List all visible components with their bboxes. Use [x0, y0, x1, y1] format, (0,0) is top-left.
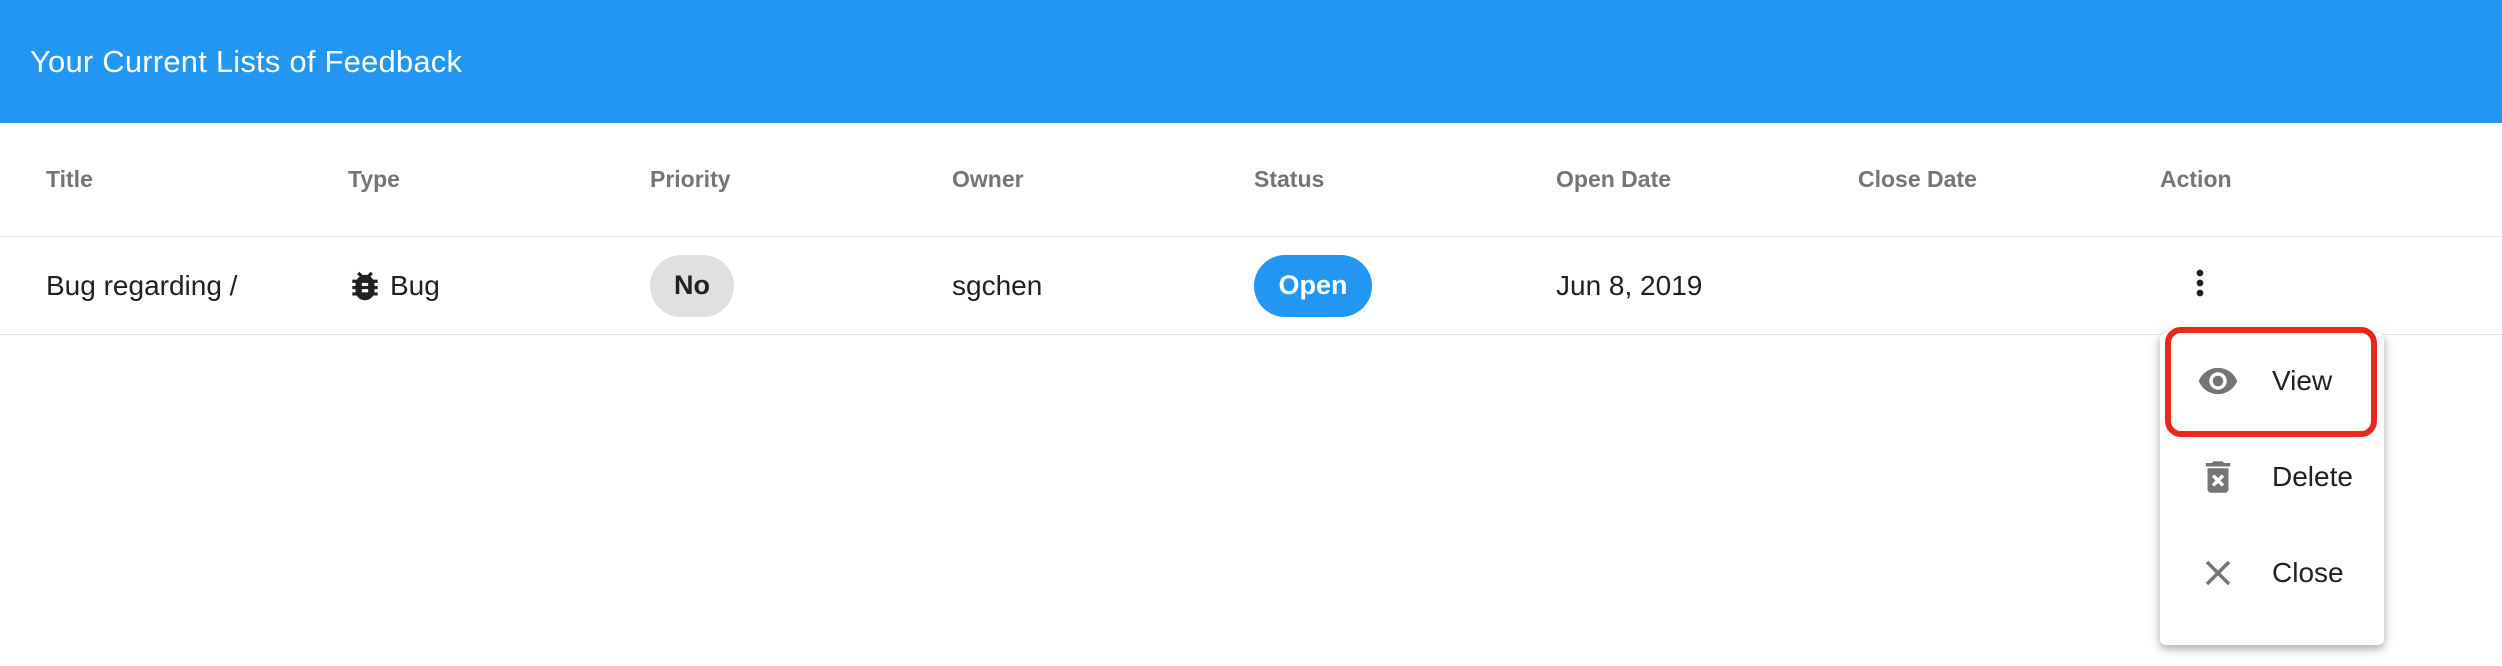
status-badge: Open	[1254, 254, 1372, 317]
column-header-priority[interactable]: Priority	[650, 123, 731, 236]
cell-status: Open	[1254, 237, 1372, 334]
cell-type-label: Bug	[390, 269, 440, 301]
bug-icon	[346, 267, 384, 305]
priority-chip: No	[650, 254, 734, 317]
cell-title: Bug regarding /	[46, 269, 238, 301]
cell-owner: sgchen	[952, 269, 1043, 301]
column-header-status[interactable]: Status	[1254, 123, 1324, 236]
page-title: Your Current Lists of Feedback	[30, 43, 463, 79]
menu-item-label: Close	[2272, 557, 2344, 588]
menu-item-view[interactable]: View	[2160, 333, 2384, 429]
row-action-menu: View Delete Close	[2160, 333, 2384, 645]
menu-item-close[interactable]: Close	[2160, 525, 2384, 621]
column-header-close-date[interactable]: Close Date	[1858, 123, 1977, 236]
menu-item-label: View	[2272, 365, 2333, 396]
cell-priority: No	[650, 237, 734, 334]
close-icon	[2197, 552, 2239, 594]
column-header-action: Action	[2160, 166, 2232, 192]
table-row[interactable]: Bug regarding / Bug No sgchen Open Jun 8…	[0, 237, 2502, 335]
column-header-type[interactable]: Type	[348, 123, 400, 236]
column-header-open-date[interactable]: Open Date	[1556, 123, 1671, 236]
cell-type: Bug	[348, 237, 440, 334]
eye-icon	[2197, 360, 2239, 402]
feedback-table: Title Type Priority Owner Status Open Da…	[0, 123, 2502, 335]
cell-open-date: Jun 8, 2019	[1556, 269, 1703, 301]
app-bar: Your Current Lists of Feedback	[0, 0, 2502, 123]
menu-item-label: Delete	[2272, 461, 2353, 492]
column-header-owner[interactable]: Owner	[952, 123, 1024, 236]
column-header-title[interactable]: Title	[46, 123, 93, 236]
row-actions-button[interactable]	[2174, 257, 2226, 313]
table-header-row: Title Type Priority Owner Status Open Da…	[0, 123, 2502, 237]
trash-icon	[2197, 456, 2239, 498]
more-vert-icon	[2180, 263, 2220, 308]
menu-item-delete[interactable]: Delete	[2160, 429, 2384, 525]
